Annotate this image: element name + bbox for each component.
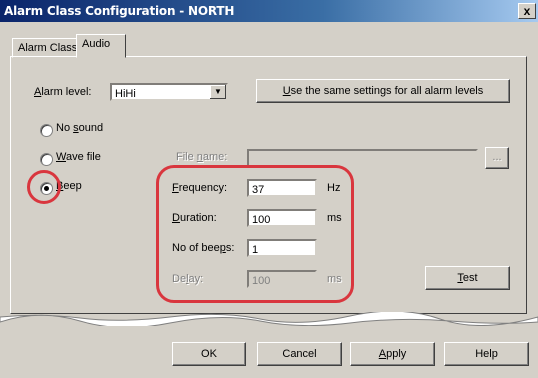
use-same-settings-button[interactable]: Use the same settings for all alarm leve… xyxy=(256,79,510,103)
same-settings-label: se the same settings for all alarm level… xyxy=(290,85,484,97)
beep-text: eep xyxy=(63,180,82,192)
file-name-text-a: File xyxy=(176,151,197,163)
wave-file-mnemonic: W xyxy=(56,151,66,163)
browse-button[interactable]: ... xyxy=(485,147,509,169)
same-settings-mnemonic: U xyxy=(282,85,291,97)
torn-edge-divider xyxy=(0,312,538,326)
file-name-label: File name: xyxy=(176,151,227,163)
no-sound-text-a: No xyxy=(56,122,74,134)
tab-alarm-class[interactable]: Alarm Class xyxy=(12,38,86,58)
apply-mnemonic: A xyxy=(378,348,387,360)
no-sound-label: No sound xyxy=(56,122,103,134)
test-button[interactable]: Test xyxy=(425,266,510,290)
cancel-button[interactable]: Cancel xyxy=(257,342,342,366)
tab-audio[interactable]: Audio xyxy=(76,34,126,58)
title-bar: Alarm Class Configuration - NORTH x xyxy=(0,0,538,22)
wave-file-label: Wave file xyxy=(56,151,101,163)
beep-settings-highlight xyxy=(156,165,354,303)
no-sound-text-b: ound xyxy=(78,122,104,134)
ok-button[interactable]: OK xyxy=(172,342,246,366)
no-sound-radio[interactable] xyxy=(40,124,53,137)
beep-radio-highlight xyxy=(27,170,61,204)
apply-label: pply xyxy=(386,348,407,360)
close-button[interactable]: x xyxy=(518,3,536,19)
alarm-level-value: HiHi xyxy=(115,88,136,100)
wave-file-radio[interactable] xyxy=(40,153,53,166)
chevron-down-icon[interactable]: ▼ xyxy=(209,85,226,99)
test-label: est xyxy=(462,272,478,284)
file-name-text-b: ame: xyxy=(202,151,228,163)
apply-button[interactable]: Apply xyxy=(350,342,435,366)
alarm-level-label-text: larm level: xyxy=(41,86,92,98)
alarm-level-label: Alarm level: xyxy=(34,86,91,98)
wave-file-text: ave file xyxy=(65,151,101,163)
window-title: Alarm Class Configuration - NORTH xyxy=(4,4,235,18)
help-button[interactable]: Help xyxy=(444,342,529,366)
alarm-level-select[interactable]: HiHi ▼ xyxy=(110,83,228,101)
